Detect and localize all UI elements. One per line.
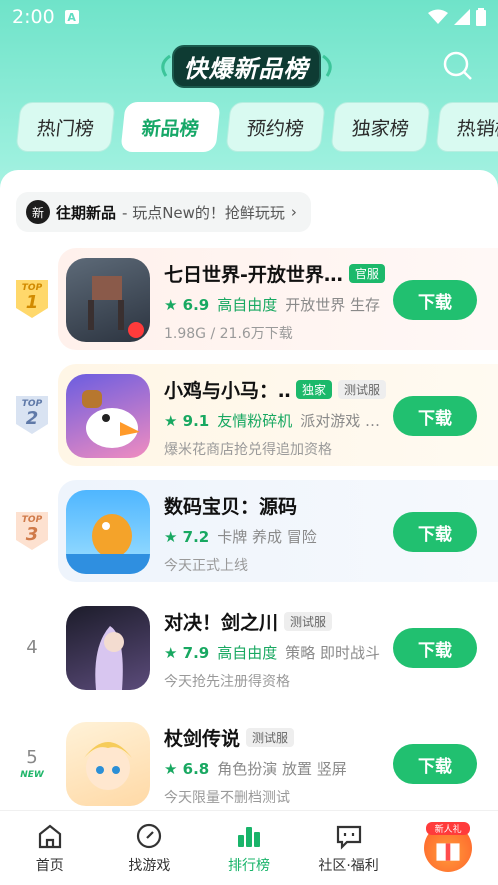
notification-a-icon: A [64,10,79,24]
past-title: 往期新品 [56,203,117,222]
game-icon [66,490,150,574]
logo-text: 快爆新品榜 [173,46,319,86]
game-score: ★ 6.8 [164,759,210,778]
past-new-games-link[interactable]: 新 往期新品 - 玩点New的！抢鲜玩玩 › [16,192,311,232]
tab-new[interactable]: 新品榜 [120,102,221,152]
gift-icon: 新人礼 [424,822,473,872]
download-button[interactable]: 下载 [393,280,477,320]
rank-number: 4 [26,636,38,658]
highlight-tag: 友情粉碎机 [217,412,293,430]
nav-home[interactable]: 首页 [0,811,100,885]
category-tags: 开放世界 生存 [285,296,381,314]
list-item[interactable]: 4 对决！剑之川 测试服 ★ 7.9 高自由度 策略 即时战斗 今天抢先注册得资… [0,596,498,700]
category-tags: 派对游戏 … [300,412,381,430]
download-button[interactable]: 下载 [393,744,477,784]
download-button[interactable]: 下载 [393,396,477,436]
highlight-tag: 高自由度 [217,644,278,662]
battery-icon [476,8,486,26]
nav-ranking[interactable]: 排行榜 [199,811,299,885]
game-title: 小鸡与小马：… [164,379,290,402]
tab-hot[interactable]: 热门榜 [15,102,116,152]
game-icon [66,722,150,806]
ranking-panel: 新 往期新品 - 玩点New的！抢鲜玩玩 › TOP 1 七日世界-开放世界… … [0,170,498,810]
game-score: ★ 6.9 [164,295,210,314]
top-bar: 快爆新品榜 [0,44,498,90]
list-item[interactable]: TOP 2 小鸡与小马：… 独家 测试服 ★ 9.1 友情粉碎机 派对游戏 … … [0,364,498,468]
game-icon [66,606,150,690]
highlight-tag: 高自由度 [217,296,278,314]
home-icon [38,824,61,849]
nav-home-label: 首页 [35,858,64,874]
download-button[interactable]: 下载 [393,628,477,668]
list-item[interactable]: TOP 1 七日世界-开放世界… 官服 ★ 6.9 高自由度 开放世界 生存 1… [0,248,498,352]
download-button[interactable]: 下载 [393,512,477,552]
game-desc: 爆米花商店抢兑得追加资格 [164,442,332,458]
gift-label: 新人礼 [426,822,471,835]
compass-icon [137,823,162,849]
category-tags: 策略 即时战斗 [285,644,381,662]
game-score: ★ 7.2 [164,527,210,546]
search-icon[interactable] [442,50,474,82]
game-desc: 今天正式上线 [164,558,248,574]
status-time: 2:00 [12,6,55,28]
category-tags: 角色扮演 放置 竖屏 [217,760,347,778]
game-desc: 今天抢先注册得资格 [164,674,290,690]
game-icon [66,374,150,458]
new-badge-icon: 新 [26,200,50,224]
tab-reserve[interactable]: 预约榜 [225,102,326,152]
game-score: ★ 9.1 [164,411,210,430]
exclusive-tag: 独家 [295,379,332,399]
tab-bestseller[interactable]: 热销榜 [435,102,498,152]
game-icon [66,258,150,342]
game-title: 数码宝贝：源码 [164,495,298,518]
chat-bubble-icon [336,825,361,850]
chevron-right-icon: › [290,203,297,221]
laurel-left-icon [160,54,171,77]
new-games-ranking-logo: 快爆新品榜 [148,46,344,86]
tab-exclusive[interactable]: 独家榜 [330,102,431,152]
ranking-tabs: 热门榜 新品榜 预约榜 独家榜 热销榜 [15,102,498,152]
game-title: 七日世界-开放世界… [164,263,343,286]
rank-badge: TOP 2 [14,394,50,436]
game-title: 杖剑传说 [164,727,241,750]
category-tags: 卡牌 养成 冒险 [217,528,317,546]
bottom-nav: 首页 找游戏 排行榜 社区·福利 新人礼 [0,810,498,885]
status-bar: 2:00 A [0,0,498,34]
wifi-icon [428,9,448,24]
nav-gift[interactable]: 新人礼 [398,811,498,885]
nav-discover[interactable]: 找游戏 [100,811,200,885]
game-title: 对决！剑之川 [164,611,279,634]
official-tag: 官服 [348,263,385,283]
rank-badge: TOP 3 [14,510,50,552]
game-desc: 1.98G / 21.6万下载 [164,326,293,342]
rank-badge: TOP 1 [14,278,50,320]
laurel-right-icon [321,54,332,77]
list-item[interactable]: TOP 3 数码宝贝：源码 ★ 7.2 卡牌 养成 冒险 今天正式上线 下载 [0,480,498,584]
nav-discover-label: 找游戏 [128,858,171,874]
rank-number: 5 NEW [20,746,44,780]
test-server-tag: 测试服 [246,727,295,747]
new-label: NEW [20,769,44,780]
game-desc: 今天限量不删档测试 [164,790,290,806]
past-subtitle: - 玩点New的！抢鲜玩玩 [122,203,285,222]
nav-community[interactable]: 社区·福利 [299,811,399,885]
game-score: ★ 7.9 [164,643,210,662]
test-server-tag: 测试服 [284,611,333,631]
test-server-tag: 测试服 [337,379,386,399]
cell-signal-icon [454,9,470,25]
list-item[interactable]: 5 NEW 杖剑传说 测试服 ★ 6.8 角色扮演 放置 竖屏 今天限量不删档测… [0,712,498,810]
nav-community-label: 社区·福利 [318,858,379,874]
nav-ranking-label: 排行榜 [227,858,270,874]
ranking-bars-icon [237,827,260,847]
